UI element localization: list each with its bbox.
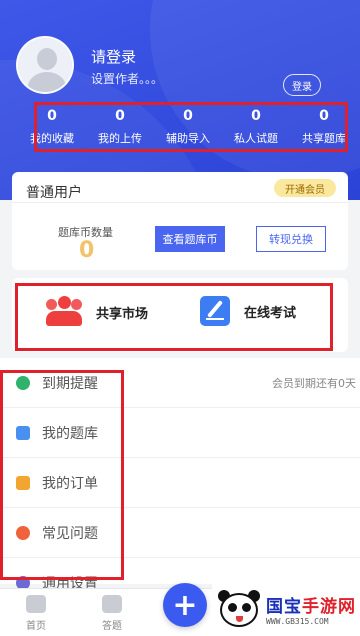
team-icon [46, 296, 82, 328]
stat-value: 0 [47, 108, 57, 124]
quick-actions-card: 共享市场 在线考试 [12, 278, 348, 352]
menu-item-label: 我的订单 [42, 475, 98, 492]
tab-label: 首页 [26, 621, 46, 632]
stat-favorites[interactable]: 0 我的收藏 [18, 108, 86, 150]
stat-value: 0 [319, 108, 329, 124]
answer-icon [102, 595, 122, 613]
login-prompt[interactable]: 请登录 [91, 46, 136, 67]
membership-expiry-text: 会员到期还有0天 [272, 376, 356, 390]
coin-count-value: 0 [79, 238, 95, 263]
profile-header [0, 0, 360, 200]
stat-label: 我的上传 [98, 132, 142, 145]
menu-item-label: 我的题库 [42, 425, 98, 442]
author-setting-text: 设置作者。。。 [91, 72, 164, 86]
stats-row: 0 我的收藏 0 我的上传 0 辅助导入 0 私人试题 0 共享题库 [18, 108, 358, 150]
account-card: 普通用户 开通会员 题库币数量 0 查看题库币 转现兑换 [12, 172, 348, 270]
menu-item-faq[interactable]: 常见问题 [0, 508, 360, 558]
panda-logo-icon [216, 587, 260, 631]
withdraw-exchange-button[interactable]: 转现兑换 [256, 226, 326, 252]
menu-item-expiry-reminder[interactable]: 到期提醒 会员到期还有0天 [0, 358, 360, 408]
menu-list: 到期提醒 会员到期还有0天 我的题库 我的订单 常见问题 通用设置 [0, 358, 360, 608]
stat-value: 0 [115, 108, 125, 124]
divider [12, 202, 348, 203]
tab-home[interactable]: 首页 [6, 595, 66, 632]
stat-label: 辅助导入 [166, 132, 210, 145]
watermark-brand: 国宝手游网 [266, 597, 356, 617]
login-button[interactable]: 登录 [283, 74, 321, 96]
online-exam-entry[interactable]: 在线考试 [200, 296, 296, 326]
stat-shared-bank[interactable]: 0 共享题库 [290, 108, 358, 150]
menu-item-my-orders[interactable]: 我的订单 [0, 458, 360, 508]
tab-label: 答题 [102, 621, 122, 632]
stat-label: 私人试题 [234, 132, 278, 145]
stat-assist-import[interactable]: 0 辅助导入 [154, 108, 222, 150]
menu-item-my-question-bank[interactable]: 我的题库 [0, 408, 360, 458]
order-icon [16, 475, 30, 490]
avatar[interactable] [16, 36, 74, 94]
shared-market-entry[interactable]: 共享市场 [46, 296, 148, 328]
open-vip-button[interactable]: 开通会员 [274, 179, 336, 197]
stat-uploads[interactable]: 0 我的上传 [86, 108, 154, 150]
edit-icon [200, 296, 230, 326]
view-coins-button[interactable]: 查看题库币 [155, 226, 225, 252]
stat-private-questions[interactable]: 0 私人试题 [222, 108, 290, 150]
clock-icon [16, 375, 30, 390]
online-exam-label: 在线考试 [244, 305, 297, 321]
stat-value: 0 [183, 108, 193, 124]
avatar-head [37, 48, 57, 70]
menu-item-label: 常见问题 [42, 525, 98, 542]
tab-answer[interactable]: 答题 [82, 595, 142, 632]
question-bank-icon [16, 425, 30, 440]
menu-item-label: 到期提醒 [42, 375, 98, 392]
shared-market-label: 共享市场 [96, 306, 149, 322]
stat-label: 共享题库 [302, 132, 346, 145]
stat-value: 0 [251, 108, 261, 124]
watermark-url: WWW.GB315.COM [266, 617, 329, 626]
avatar-body [28, 72, 66, 92]
user-type-label: 普通用户 [26, 185, 82, 201]
add-button[interactable]: + [163, 583, 207, 627]
question-icon [16, 525, 30, 540]
watermark-logo: 国宝手游网 WWW.GB315.COM [212, 582, 360, 636]
stat-label: 我的收藏 [30, 132, 74, 145]
home-icon [26, 595, 46, 613]
